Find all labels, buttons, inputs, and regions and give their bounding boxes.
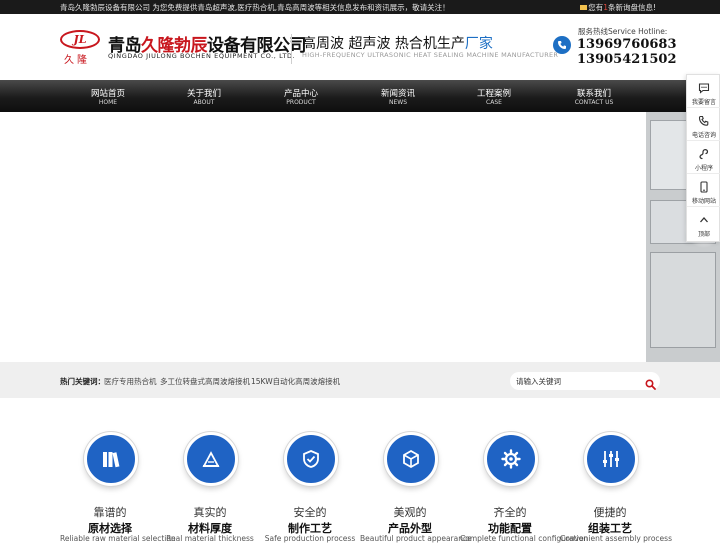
nav-label-en: NEWS — [388, 99, 408, 106]
hot-keywords-bar: 热门关键词： 医疗专用热合机 多工位转盘式高周波熔接机 15KW自动化高周波熔接… — [0, 362, 720, 398]
mail-icon — [580, 5, 588, 10]
nav-label-en: ABOUT — [193, 99, 215, 106]
nav-item-contact[interactable]: 联系我们 CONTACT US — [546, 80, 642, 112]
top-strip: 青岛久隆勃辰设备有限公司 为您免费提供青岛超声波,医疗热合机,青岛高周波等相关信… — [0, 0, 720, 14]
nav-label-en: PRODUCT — [286, 99, 316, 106]
nav-label-cn: 联系我们 — [576, 89, 611, 99]
feature-line1: 美观的 — [393, 506, 427, 519]
float-phone[interactable]: 电话咨询 — [687, 108, 720, 141]
hotline-label: 服务热线Service Hotline: — [578, 27, 668, 36]
nav-label-cn: 新闻资讯 — [380, 89, 415, 99]
logo-subtext: 久隆 — [64, 55, 90, 66]
sliders-icon — [584, 432, 638, 486]
slogan-main: 高周波 超声波 热合机生产 — [302, 36, 465, 52]
hotline-number-2[interactable]: 13905421502 — [577, 52, 677, 67]
float-label: 顶部 — [697, 231, 710, 238]
float-message[interactable]: 我要留言 — [687, 75, 720, 108]
search-input[interactable] — [516, 374, 636, 388]
hot-keyword-link[interactable]: 15KW自动化高周波熔接机 — [251, 376, 340, 387]
float-mini-program[interactable]: 小程序 — [687, 141, 720, 174]
float-label: 移动网站 — [691, 198, 716, 205]
float-label: 我要留言 — [691, 99, 716, 106]
feature-line1: 安全的 — [293, 506, 327, 519]
slogan: 高周波 超声波 热合机生产厂家 — [302, 33, 493, 53]
hot-keyword-link[interactable]: 多工位转盘式高周波熔接机 — [160, 376, 250, 387]
floating-sidebar: 我要留言 电话咨询 小程序 移动网站 顶部 — [686, 74, 720, 242]
feature-subtitle-en: Reliable raw material selection — [60, 534, 176, 543]
notice-suffix: 条新询盘信息! — [607, 3, 656, 12]
hero-banner[interactable] — [0, 112, 720, 362]
feature-subtitle-en: Convenient assembly process — [560, 534, 672, 543]
float-label: 小程序 — [694, 165, 713, 172]
search-box — [510, 372, 660, 390]
gear-icon — [484, 432, 538, 486]
float-back-to-top[interactable]: 顶部 — [687, 207, 720, 240]
nav-label-cn: 工程案例 — [476, 89, 511, 99]
feature-subtitle-en: Beautiful product appearance — [360, 534, 472, 543]
nav-label-cn: 产品中心 — [283, 89, 318, 99]
slogan-en: HIGH-FREQUENCY ULTRASONIC HEAT SEALING M… — [302, 51, 559, 59]
feature-subtitle-en: Real material thickness — [166, 534, 254, 543]
header-divider — [291, 34, 292, 64]
nav-item-news[interactable]: 新闻资讯 NEWS — [350, 80, 446, 112]
machine-window — [650, 252, 716, 348]
nav-item-home[interactable]: 网站首页 HOME — [60, 80, 156, 112]
feature-line1: 便捷的 — [593, 506, 627, 519]
nav-label-cn: 网站首页 — [90, 89, 125, 99]
search-icon[interactable] — [645, 375, 656, 394]
float-label: 电话咨询 — [691, 132, 716, 139]
ruler-icon — [184, 432, 238, 486]
nav-item-about[interactable]: 关于我们 ABOUT — [156, 80, 252, 112]
books-icon — [84, 432, 138, 486]
nav-label-cn: 关于我们 — [186, 89, 221, 99]
nav-label-en: HOME — [98, 99, 118, 106]
feature-line1: 靠谱的 — [93, 506, 127, 519]
slogan-accent: 厂家 — [464, 36, 493, 52]
shield-check-icon — [284, 432, 338, 486]
phone-icon — [553, 36, 571, 54]
nav-label-en: CASE — [486, 99, 502, 106]
feature-line1: 真实的 — [193, 506, 227, 519]
nav-item-product[interactable]: 产品中心 PRODUCT — [253, 80, 349, 112]
float-mobile-site[interactable]: 移动网站 — [687, 174, 720, 207]
main-nav: 网站首页 HOME 关于我们 ABOUT 产品中心 PRODUCT 新闻资讯 NEWS … — [0, 80, 720, 112]
notice-prefix: 您有 — [588, 3, 604, 12]
hot-keywords-label: 热门关键词： — [60, 377, 105, 386]
logo-emblem: JL — [60, 30, 100, 49]
feature-subtitle-en: Safe production process — [264, 534, 356, 543]
hotline-number-1[interactable]: 13969760683 — [577, 37, 677, 52]
cube-icon — [384, 432, 438, 486]
site-header: JL 久隆 青岛久隆勃辰设备有限公司 QINGDAO JIULONG BOCHE… — [0, 14, 720, 80]
site-intro-text: 青岛久隆勃辰设备有限公司 为您免费提供青岛超声波,医疗热合机,青岛高周波等相关信… — [60, 3, 450, 12]
feature-subtitle-en: Complete functional configuration — [460, 534, 588, 543]
inquiry-notice[interactable]: 您有1条新询盘信息! — [580, 2, 656, 13]
hot-keyword-link[interactable]: 医疗专用热合机 — [104, 376, 157, 387]
company-name-en: QINGDAO JIULONG BOCHEN EQUIPMENT CO., LT… — [108, 52, 296, 60]
feature-line1: 齐全的 — [493, 506, 527, 519]
nav-item-case[interactable]: 工程案例 CASE — [446, 80, 542, 112]
nav-label-en: CONTACT US — [574, 99, 614, 106]
company-logo[interactable]: JL 久隆 — [60, 30, 100, 66]
